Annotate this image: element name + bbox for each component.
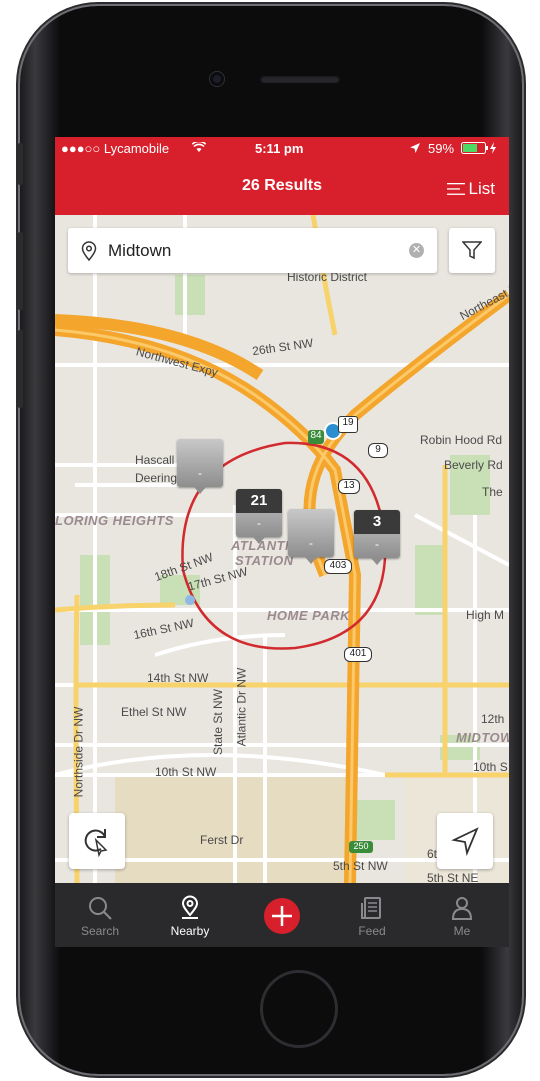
pin-count (288, 509, 334, 533)
location-pin-icon (181, 895, 199, 919)
map-pin[interactable]: - (288, 509, 334, 564)
map-label-ferst: Ferst Dr (200, 833, 244, 847)
list-label: List (468, 179, 495, 198)
map-pin-cluster[interactable]: 3 - (354, 510, 400, 565)
hamburger-icon (446, 183, 465, 195)
volume-up-button[interactable] (18, 232, 23, 310)
mute-switch[interactable] (18, 143, 23, 185)
map-label-12th: 12th (481, 712, 505, 726)
map-label-hascall: Hascall (135, 453, 175, 467)
refresh-location-icon (84, 829, 108, 858)
pin-sub: - (375, 537, 379, 551)
map-label-deering: Deering (135, 471, 178, 485)
map-label-midtown: MIDTOW (456, 730, 509, 745)
redo-search-button[interactable] (69, 813, 125, 869)
pin-sub: - (198, 466, 202, 480)
tab-label: Feed (358, 924, 386, 938)
volume-down-button[interactable] (18, 330, 23, 408)
status-bar: ●●●○○ Lycamobile 5:11 pm 59% (55, 137, 509, 159)
shield-84: 84 (308, 430, 324, 444)
map-pin-cluster[interactable]: 21 - (236, 489, 282, 544)
filter-button[interactable] (449, 228, 495, 273)
search-icon (89, 897, 112, 920)
map-label-14th: 14th St NW (147, 671, 209, 685)
plus-icon (272, 906, 292, 926)
pin-count (177, 439, 223, 463)
shield-401: 401 (344, 647, 372, 662)
map-label-state-st: State St NW (211, 688, 226, 756)
tab-bar: Search Nearby Feed Me (55, 883, 509, 947)
map-label-robin-hood: Robin Hood Rd (420, 433, 503, 447)
list-view-button[interactable]: List (446, 179, 495, 199)
shield-9: 9 (368, 443, 388, 458)
shield-403: 403 (324, 559, 352, 574)
battery-icon (461, 142, 496, 154)
shield-250: 250 (349, 841, 373, 853)
map-pin[interactable]: - (177, 439, 223, 494)
my-location-button[interactable] (437, 813, 493, 869)
map-label-northside: Northside Dr NW (71, 706, 86, 798)
map-label-high-m: High M (466, 608, 505, 622)
clear-icon[interactable]: ✕ (409, 243, 424, 258)
map-view[interactable]: 84 19 9 13 403 401 250 Historic District… (55, 215, 509, 885)
tab-label: Search (80, 924, 120, 938)
map-label-atlantic-dr: Atlantic Dr NW (234, 667, 249, 747)
feed-icon (361, 897, 381, 919)
shield-13: 13 (338, 479, 360, 494)
navigation-arrow-icon (451, 827, 479, 857)
pin-sub: - (257, 516, 261, 530)
person-icon (451, 897, 473, 920)
pin-count: 21 (236, 489, 282, 513)
results-title: 26 Results (241, 177, 323, 194)
tab-label: Nearby (170, 924, 210, 938)
filter-icon (462, 241, 482, 260)
map-label-10th: 10th St NW (155, 765, 217, 779)
map-label-beverly: Beverly Rd (444, 458, 503, 472)
tab-search[interactable]: Search (60, 883, 140, 947)
tab-nearby[interactable]: Nearby (150, 883, 230, 947)
shield-19: 19 (338, 416, 358, 433)
battery-percent: 59% (428, 141, 455, 156)
tab-feed[interactable]: Feed (332, 883, 412, 947)
pin-count: 3 (354, 510, 400, 534)
home-button[interactable] (260, 970, 338, 1048)
location-search-field[interactable]: Midtown ✕ (68, 228, 437, 273)
map-label-the: The (482, 485, 503, 499)
map-label-6th: 6t (427, 847, 438, 861)
location-search-text: Midtown (108, 241, 172, 260)
pin-sub: - (309, 536, 313, 550)
nav-bar: 26 Results List (55, 159, 509, 215)
location-arrow-icon (410, 143, 420, 153)
tab-label: Me (453, 924, 471, 938)
map-label-home-park: HOME PARK (267, 608, 350, 623)
map-label-5th: 5th St NW (333, 859, 388, 873)
app-screen: ●●●○○ Lycamobile 5:11 pm 59% 26 Results … (55, 137, 509, 947)
map-label-ethel: Ethel St NW (121, 705, 187, 719)
map-label-10th-b: 10th S (473, 760, 508, 774)
add-button[interactable] (264, 898, 300, 934)
front-camera (210, 72, 224, 86)
earpiece-speaker (260, 75, 340, 83)
clock: 5:11 pm (255, 141, 304, 156)
tab-me[interactable]: Me (422, 883, 502, 947)
wifi-icon (192, 142, 206, 152)
location-pin-icon (81, 241, 97, 261)
carrier-label: ●●●○○ Lycamobile (61, 141, 170, 156)
map-label-loring-heights: LORING HEIGHTS (55, 513, 174, 528)
